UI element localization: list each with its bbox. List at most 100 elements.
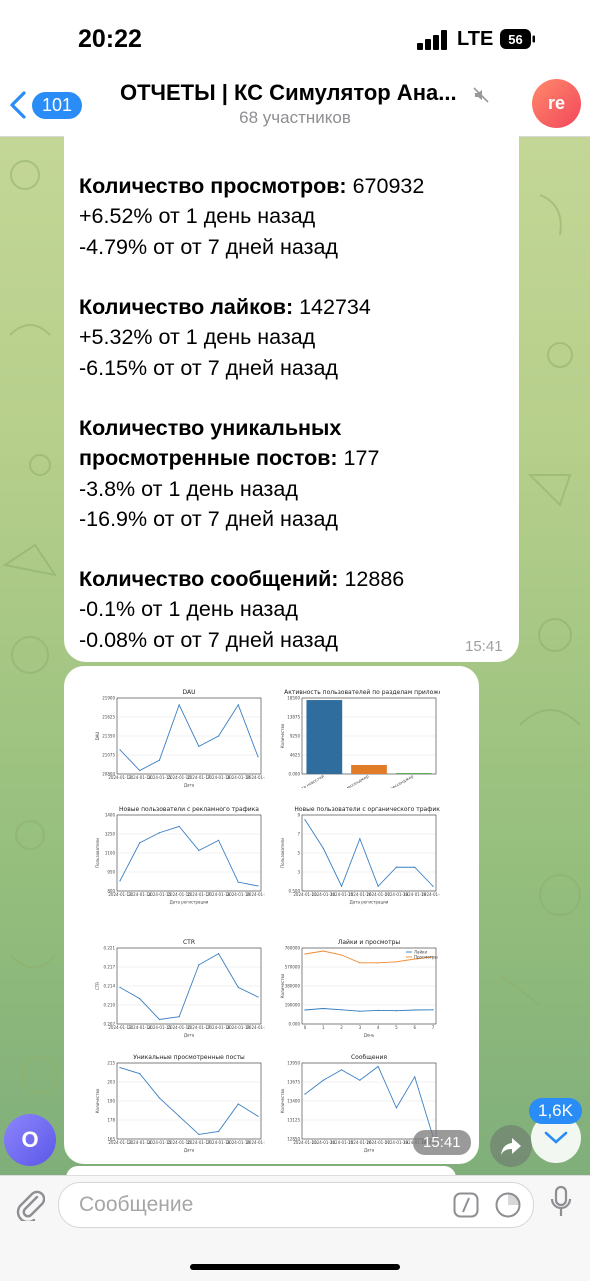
y-tick-label: 5 (297, 850, 300, 855)
forward-icon (501, 1138, 521, 1155)
x-tick-label: 2024-01-20 (246, 1025, 265, 1030)
data-point (432, 1009, 434, 1011)
legend-label: Просмотры (414, 954, 438, 959)
y-axis-label: Количество (280, 1088, 285, 1113)
y-tick-label: 1250 (105, 831, 116, 836)
data-point (359, 838, 361, 840)
data-point (178, 704, 180, 706)
y-tick-label: 0.217 (104, 964, 116, 969)
chart-title: Новые пользователи с рекламного трафика (119, 806, 259, 813)
data-point (139, 842, 141, 844)
chat-participants: 68 участников (239, 108, 351, 127)
data-point (304, 1009, 306, 1011)
chart-title: Сообщения (351, 1054, 387, 1061)
metric-change-day: +6.52% от 1 день назад (79, 204, 316, 229)
sender-avatar[interactable]: O (4, 1114, 56, 1166)
data-point (217, 953, 220, 955)
y-tick-label: 4625 (290, 752, 301, 757)
metric-value: 142734 (293, 295, 371, 319)
y-tick-label: 21900 (102, 695, 115, 700)
x-tick-label: 3 (359, 1025, 362, 1030)
y-tick-label: 0.214 (104, 983, 116, 988)
data-point (237, 881, 239, 883)
y-tick-label: 0.210 (104, 1002, 116, 1007)
data-point (304, 953, 306, 955)
x-tick-label: 2024-01-20 (246, 775, 265, 780)
y-tick-label: 13875 (287, 714, 300, 719)
metric-value: 177 (337, 446, 380, 471)
y-tick-label: 215 (107, 1060, 115, 1065)
data-point (158, 1018, 161, 1021)
message-time: 15:41 (465, 638, 503, 655)
forward-button[interactable] (490, 1125, 532, 1167)
x-axis-label: Дата (184, 1148, 195, 1153)
message-time: 15:41 (413, 1130, 471, 1155)
data-point (217, 1130, 220, 1132)
bar (395, 773, 432, 774)
bot-commands-icon[interactable] (453, 1192, 479, 1218)
chart-2: Новые пользователи с рекламного трафика8… (95, 805, 265, 905)
y-tick-label: 18500 (287, 695, 300, 700)
x-tick-label: 2024-01-20 (246, 1140, 265, 1145)
metric-label: Количество лайков: (79, 295, 294, 319)
y-tick-label: 0.000 (289, 771, 301, 776)
x-tick-label: 2 (340, 1025, 343, 1030)
chat-title[interactable]: ОТЧЕТЫ | КС Симулятор Ана... (120, 80, 480, 106)
metric-change-week: -6.15% от от 7 дней назад (79, 355, 338, 380)
y-tick-label: 190 (107, 1098, 115, 1103)
sticker-icon[interactable] (495, 1192, 521, 1218)
data-point (119, 749, 121, 751)
y-tick-label: 760000 (285, 945, 301, 950)
data-point (119, 1066, 121, 1069)
data-point (377, 885, 379, 887)
series-line (304, 1065, 434, 1137)
metric-likes: Количество лайков: 142734 +5.32% от 1 де… (79, 292, 509, 383)
data-point (304, 1093, 306, 1095)
x-axis-label: Дата (364, 1148, 375, 1153)
data-point (322, 1007, 324, 1010)
chart-6: Уникальные просмотренные посты1651781902… (95, 1053, 265, 1153)
data-point (377, 1065, 379, 1068)
chat-avatar[interactable]: re (532, 79, 581, 128)
status-bar: 20:22 LTE 56 (0, 0, 590, 70)
data-point (139, 998, 141, 1000)
y-tick-label: 1400 (105, 812, 116, 817)
data-point (359, 1010, 361, 1012)
metric-value: 670932 (346, 174, 425, 198)
y-axis-label: Пользователи (280, 838, 285, 868)
x-axis-label: Дата (184, 1033, 195, 1038)
data-point (432, 885, 434, 887)
x-tick-label: 4 (377, 1025, 380, 1030)
message-composer (0, 1175, 590, 1281)
data-point (395, 866, 398, 868)
y-axis-label: Количество (280, 723, 285, 748)
metric-views: Количество просмотров: 670932 +6.52% от … (79, 171, 509, 262)
data-point (198, 745, 200, 747)
muted-icon (473, 87, 489, 103)
data-point (304, 819, 306, 821)
chart-title: Новые пользователи с органического трафи… (294, 806, 440, 813)
data-point (257, 1115, 259, 1117)
network-label: LTE (457, 28, 494, 50)
data-point (414, 866, 416, 868)
data-point (178, 1016, 180, 1018)
message-input[interactable] (77, 1192, 441, 1218)
paperclip-icon[interactable] (15, 1187, 45, 1221)
data-point (359, 962, 361, 964)
y-tick-label: 13675 (287, 1079, 300, 1084)
y-tick-label: 1100 (105, 850, 116, 855)
data-point (340, 885, 343, 887)
y-tick-label: 13400 (287, 1098, 300, 1103)
x-tick-label: Только мессенджер (330, 773, 370, 788)
y-tick-label: 0.221 (104, 945, 116, 950)
data-point (198, 849, 200, 852)
y-axis-label: Количество (95, 1088, 100, 1113)
y-tick-label: 7 (297, 831, 300, 836)
microphone-icon[interactable] (549, 1185, 573, 1219)
data-point (178, 1115, 180, 1117)
metric-label: Количество уникальных (79, 416, 342, 440)
data-point (119, 986, 121, 989)
data-point (377, 962, 379, 964)
metric-value: 12886 (338, 567, 405, 591)
x-tick-label: 2024-01-20 (246, 892, 265, 897)
